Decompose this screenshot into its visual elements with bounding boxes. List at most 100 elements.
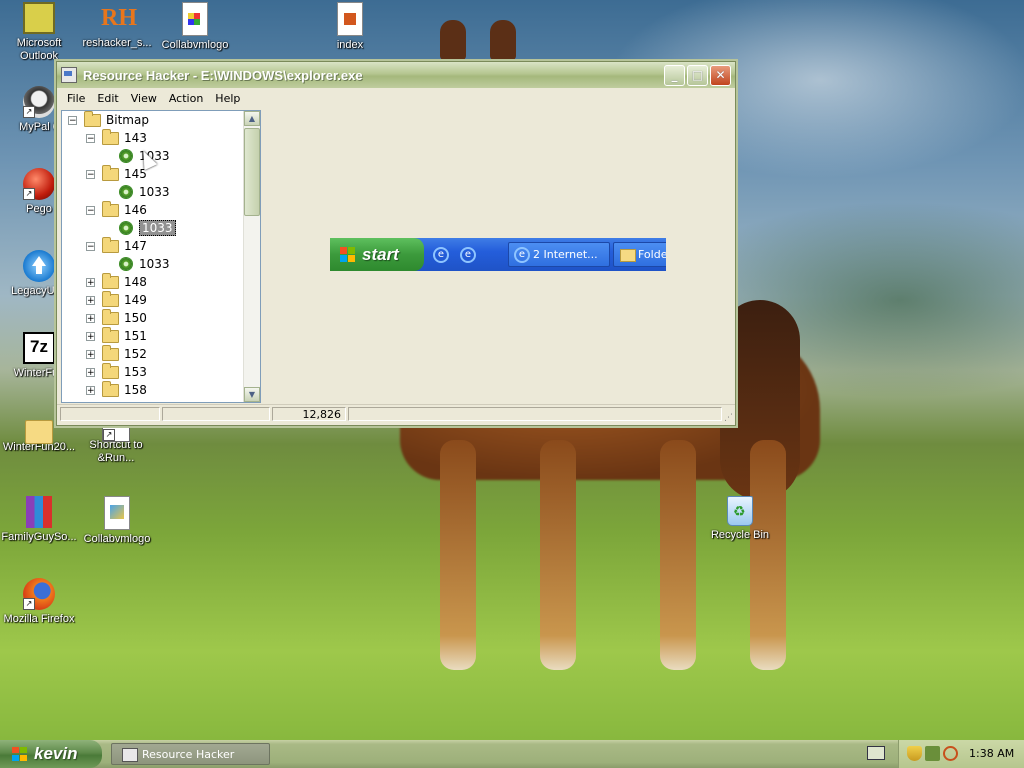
recycle-bin-icon: ♻ bbox=[727, 496, 753, 526]
tree-item-folder[interactable]: − 146 bbox=[86, 200, 147, 219]
tree-item-label: 147 bbox=[124, 239, 147, 253]
tree-item-label: 149 bbox=[124, 293, 147, 307]
shortcut-arrow-icon: ↗ bbox=[23, 106, 35, 118]
desktop-icon-familyguy[interactable]: FamilyGuySo... bbox=[0, 496, 80, 544]
tree-item-resource[interactable]: 1033 bbox=[120, 183, 170, 201]
tree-item-folder[interactable]: +151 bbox=[86, 326, 147, 345]
search-icon[interactable] bbox=[943, 746, 958, 761]
window-title: Resource Hacker - E:\WINDOWS\explorer.ex… bbox=[83, 67, 363, 83]
tree-item-label: Bitmap bbox=[106, 113, 149, 127]
tree-item-folder[interactable]: +153 bbox=[86, 362, 147, 381]
folder-open-icon bbox=[84, 111, 101, 127]
7zip-icon: 7z bbox=[23, 332, 55, 364]
tree-item-folder[interactable]: +152 bbox=[86, 344, 147, 363]
collapse-toggle-icon[interactable]: − bbox=[86, 241, 95, 251]
desktop-icon-recycle-bin[interactable]: ♻ Recycle Bin bbox=[699, 496, 781, 542]
menu-file[interactable]: File bbox=[61, 92, 91, 105]
close-button[interactable]: ✕ bbox=[710, 64, 731, 86]
folder-icon bbox=[102, 290, 119, 307]
tree-vertical-scrollbar[interactable]: ▲ ▼ bbox=[243, 111, 260, 402]
image-file-icon bbox=[182, 2, 208, 36]
security-shield-icon[interactable] bbox=[907, 746, 922, 761]
collapse-toggle-icon[interactable]: − bbox=[86, 205, 95, 215]
expand-toggle-icon[interactable]: + bbox=[86, 367, 95, 377]
pego-icon: ↗ bbox=[23, 168, 55, 200]
wallpaper-horse-ear bbox=[490, 20, 516, 60]
tree-item-bitmap[interactable]: − Bitmap bbox=[68, 111, 149, 129]
desktop-icon-outlook[interactable]: Microsoft Outlook bbox=[0, 2, 80, 63]
shortcut-arrow-icon: ↗ bbox=[23, 598, 35, 610]
scroll-down-button[interactable]: ▼ bbox=[244, 387, 260, 402]
desktop-icon-collabvmlogo-2[interactable]: Collabvmlogo bbox=[76, 496, 158, 546]
minimize-button[interactable]: _ bbox=[664, 64, 685, 86]
menu-edit[interactable]: Edit bbox=[91, 92, 124, 105]
tree-item-label: 152 bbox=[124, 347, 147, 361]
tree-item-folder[interactable]: +150 bbox=[86, 308, 147, 327]
resource-hacker-app-icon bbox=[122, 748, 138, 762]
folder-open-icon bbox=[102, 236, 119, 253]
tree-item-folder[interactable]: − 143 bbox=[86, 128, 147, 147]
collapse-toggle-icon[interactable]: − bbox=[68, 115, 77, 125]
internet-explorer-icon: e bbox=[433, 247, 449, 263]
expand-toggle-icon[interactable]: + bbox=[86, 277, 95, 287]
collapse-toggle-icon[interactable]: − bbox=[86, 133, 95, 143]
clock[interactable]: 1:38 AM bbox=[969, 747, 1014, 760]
status-bar: 12,826 ⋰ bbox=[57, 404, 735, 425]
resource-hacker-app-icon bbox=[61, 67, 77, 83]
resource-gear-icon bbox=[120, 186, 132, 198]
folder-icon bbox=[102, 362, 119, 379]
window-titlebar[interactable]: Resource Hacker - E:\WINDOWS\explorer.ex… bbox=[57, 62, 735, 88]
folder-icon bbox=[102, 272, 119, 289]
shortcut-arrow-icon: ↗ bbox=[23, 188, 35, 200]
expand-toggle-icon[interactable]: + bbox=[86, 313, 95, 323]
resource-hacker-window[interactable]: Resource Hacker - E:\WINDOWS\explorer.ex… bbox=[56, 61, 736, 426]
status-size: 12,826 bbox=[272, 407, 346, 421]
start-button[interactable]: kevin bbox=[0, 740, 102, 768]
resource-gear-icon bbox=[120, 258, 132, 270]
scroll-up-button[interactable]: ▲ bbox=[244, 111, 260, 126]
menu-bar: File Edit View Action Help bbox=[57, 88, 735, 108]
tree-item-label: 151 bbox=[124, 329, 147, 343]
legacy-update-icon bbox=[23, 250, 55, 282]
tree-item-resource[interactable]: 1033 bbox=[120, 255, 170, 273]
taskbar-item-resource-hacker[interactable]: Resource Hacker bbox=[111, 743, 270, 765]
folder-icon bbox=[102, 380, 119, 397]
firefox-icon: ↗ bbox=[23, 578, 55, 610]
expand-toggle-icon[interactable]: + bbox=[86, 295, 95, 305]
winrar-icon bbox=[26, 496, 52, 528]
maximize-button[interactable]: □ bbox=[687, 64, 708, 86]
menu-action[interactable]: Action bbox=[163, 92, 209, 105]
desktop-icon-firefox[interactable]: ↗ Mozilla Firefox bbox=[0, 578, 80, 626]
tree-item-folder[interactable]: − 147 bbox=[86, 236, 147, 255]
desktop-icon-reshacker[interactable]: RH reshacker_s... bbox=[76, 2, 158, 50]
resize-grip-icon[interactable]: ⋰ bbox=[724, 413, 733, 423]
tree-item-folder[interactable]: +149 bbox=[86, 290, 147, 309]
desktop-icon-index[interactable]: index bbox=[309, 2, 391, 52]
windows-logo-icon bbox=[340, 247, 356, 263]
tree-item-folder[interactable]: +148 bbox=[86, 272, 147, 291]
preview-task-internet: e 2 Internet... bbox=[508, 242, 610, 267]
mypal-icon: ↗ bbox=[23, 86, 55, 118]
menu-help[interactable]: Help bbox=[209, 92, 246, 105]
tree-item-folder[interactable]: −145 bbox=[86, 164, 147, 183]
expand-toggle-icon[interactable]: + bbox=[86, 331, 95, 341]
keyboard-icon[interactable] bbox=[867, 746, 885, 760]
status-panel-1 bbox=[60, 407, 160, 421]
tree-item-folder[interactable]: +158 bbox=[86, 380, 147, 399]
system-tray: 1:38 AM bbox=[898, 740, 1024, 768]
tree-item-resource[interactable]: 1033 bbox=[120, 219, 176, 237]
expand-toggle-icon[interactable]: + bbox=[86, 385, 95, 395]
status-panel-4 bbox=[348, 407, 722, 421]
tree-item-label: 153 bbox=[124, 365, 147, 379]
status-panel-2 bbox=[162, 407, 270, 421]
scroll-thumb[interactable] bbox=[244, 128, 260, 216]
shortcut-arrow-icon: ↗ bbox=[103, 429, 115, 441]
desktop-icon-collabvmlogo[interactable]: Collabvmlogo bbox=[154, 2, 236, 52]
resource-gear-icon bbox=[120, 222, 132, 234]
menu-view[interactable]: View bbox=[125, 92, 163, 105]
resource-tree[interactable]: − Bitmap −143 1033−145 1033−146 1033−147 103… bbox=[61, 110, 261, 403]
tree-item-label: 1033 bbox=[139, 257, 170, 271]
expand-toggle-icon[interactable]: + bbox=[86, 349, 95, 359]
network-icon[interactable] bbox=[925, 746, 940, 761]
collapse-toggle-icon[interactable]: − bbox=[86, 169, 95, 179]
